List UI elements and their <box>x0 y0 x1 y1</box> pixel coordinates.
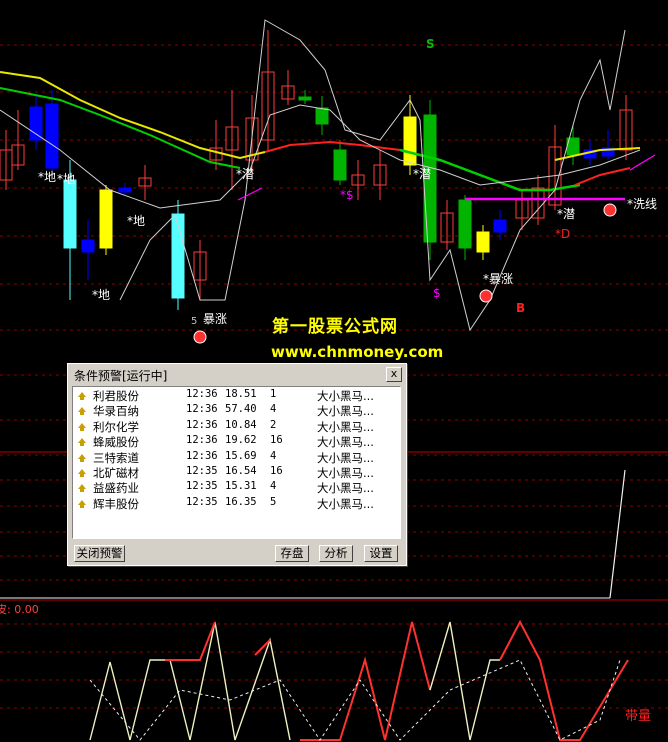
alert-list[interactable]: 利君股份 12:36 18.51 1 大小黑马... 华录百纳 12:36 57.40 4 大小黑… <box>72 386 401 539</box>
alert-time: 12:36 <box>186 434 218 447</box>
di-label-2: *地 <box>57 172 76 186</box>
candle-body <box>45 103 59 169</box>
qian-label-1: *潜 <box>236 167 255 181</box>
candle-body <box>315 107 329 125</box>
alert-row[interactable]: 三特索道 12:36 15.69 4 大小黑马... <box>73 449 400 465</box>
signal-ball-icon <box>603 203 617 217</box>
indicator-line-light <box>89 621 291 741</box>
price-mark: 5 <box>191 316 198 327</box>
candle-body <box>118 187 132 193</box>
b-marker: B <box>516 301 526 315</box>
alert-row[interactable]: 利尔化学 12:36 10.84 2 大小黑马... <box>73 418 400 434</box>
stock-name: 辉丰股份 <box>93 496 139 511</box>
right-panel-line <box>609 469 626 599</box>
analyze-button[interactable]: 分析 <box>319 545 353 562</box>
di-label-1: *地 <box>38 170 57 184</box>
watermark-title: 第一股票公式网 <box>272 317 398 337</box>
signal-arrow <box>629 154 656 171</box>
indicator-value: 皮: 0.00 <box>0 603 39 616</box>
qian-label-2: *潜 <box>413 167 432 181</box>
alert-arrow-icon <box>78 421 86 431</box>
alert-count: 16 <box>270 464 283 477</box>
alert-arrow-icon <box>78 405 86 416</box>
alert-time: 12:35 <box>186 495 218 508</box>
alert-price: 10.84 <box>225 418 257 431</box>
alert-row[interactable]: 辉丰股份 12:35 16.35 5 大小黑马... <box>73 495 400 511</box>
signal-arrow <box>237 187 263 201</box>
dialog-title: 条件预警[运行中] <box>74 369 168 383</box>
indicator-dashed-line <box>89 659 621 741</box>
qian-label-3: *潜 <box>557 207 576 221</box>
candle-body <box>29 106 43 141</box>
candle-body <box>298 96 312 101</box>
alert-time: 12:36 <box>186 418 218 431</box>
alert-condition: 大小黑马... <box>317 496 374 511</box>
alert-row[interactable]: 利君股份 12:36 18.51 1 大小黑马... <box>73 387 400 403</box>
indicator-line-light-2 <box>429 621 500 741</box>
alert-time: 12:35 <box>186 480 218 493</box>
alert-count: 1 <box>270 388 277 400</box>
close-alert-button[interactable]: 关闭预警 <box>74 545 125 562</box>
alert-price: 57.40 <box>225 403 257 416</box>
alert-time: 12:36 <box>186 449 218 462</box>
alert-price: 15.69 <box>225 449 257 462</box>
alert-arrow-icon <box>78 436 86 447</box>
alert-row[interactable]: 蜂威股份 12:36 19.62 16 大小黑马... <box>73 433 400 449</box>
candle-body <box>99 189 113 249</box>
alert-time: 12:36 <box>186 388 218 400</box>
close-icon[interactable]: x <box>386 367 402 382</box>
indicator-line-red-3 <box>499 619 629 741</box>
candlesticks <box>0 30 633 310</box>
alert-row[interactable]: 益盛药业 12:35 15.31 4 大小黑马... <box>73 479 400 495</box>
alert-row[interactable]: 北矿磁材 12:35 16.54 16 大小黑马... <box>73 464 400 480</box>
dialog-titlebar[interactable]: 条件预警[运行中] x <box>68 364 406 384</box>
alert-price: 15.31 <box>225 480 257 493</box>
alert-arrow-icon <box>78 482 86 493</box>
alert-time: 12:35 <box>186 464 218 477</box>
dollar-label-1: *$ <box>340 188 354 202</box>
watermark-url: www.chnmoney.com <box>271 343 444 361</box>
xixian-label: *洗线 <box>627 197 658 211</box>
condition-alert-dialog: 条件预警[运行中] x 利君股份 12:36 18.51 1 大小黑马... 华录百纳 12… <box>67 363 407 566</box>
daliang-label: 带量 <box>625 709 652 724</box>
alert-count: 16 <box>270 434 283 447</box>
candle-body <box>476 231 490 253</box>
di-label-4: *地 <box>92 288 111 302</box>
alert-price: 16.35 <box>225 495 257 508</box>
save-button[interactable]: 存盘 <box>275 545 309 562</box>
alert-price: 16.54 <box>225 464 257 477</box>
alert-count: 2 <box>270 418 277 431</box>
alert-count: 4 <box>270 449 277 462</box>
alert-arrow-icon <box>78 498 86 508</box>
alert-price: 19.62 <box>225 434 257 447</box>
alert-arrow-icon <box>78 452 86 462</box>
indicator-line-red-2 <box>300 621 431 741</box>
candle-body <box>81 239 95 253</box>
candle-body <box>403 116 417 166</box>
alert-row[interactable]: 华录百纳 12:36 57.40 4 大小黑马... <box>73 402 400 418</box>
candle-body <box>333 149 347 181</box>
alert-count: 4 <box>270 403 277 416</box>
candle-body <box>493 219 507 233</box>
candle-body <box>458 199 472 249</box>
settings-button[interactable]: 设置 <box>364 545 398 562</box>
dollar-label-2: $ <box>433 286 441 300</box>
baozhang-label-2: *暴涨 <box>483 272 514 286</box>
d-marker: *D <box>555 227 571 241</box>
alert-count: 5 <box>270 495 277 508</box>
alert-arrow-icon <box>78 390 86 400</box>
alert-time: 12:36 <box>186 403 218 416</box>
signal-ball-icon <box>193 330 207 344</box>
baozhang-label-1: 暴涨 <box>203 312 228 326</box>
alert-count: 4 <box>270 480 277 493</box>
candle-body <box>63 179 77 249</box>
di-label-3: *地 <box>127 214 146 228</box>
signal-ball-icon <box>479 289 493 303</box>
alert-arrow-icon <box>78 467 86 477</box>
s-marker: S <box>426 37 435 51</box>
ma-red-line-2 <box>574 167 631 186</box>
alert-price: 18.51 <box>225 388 257 400</box>
